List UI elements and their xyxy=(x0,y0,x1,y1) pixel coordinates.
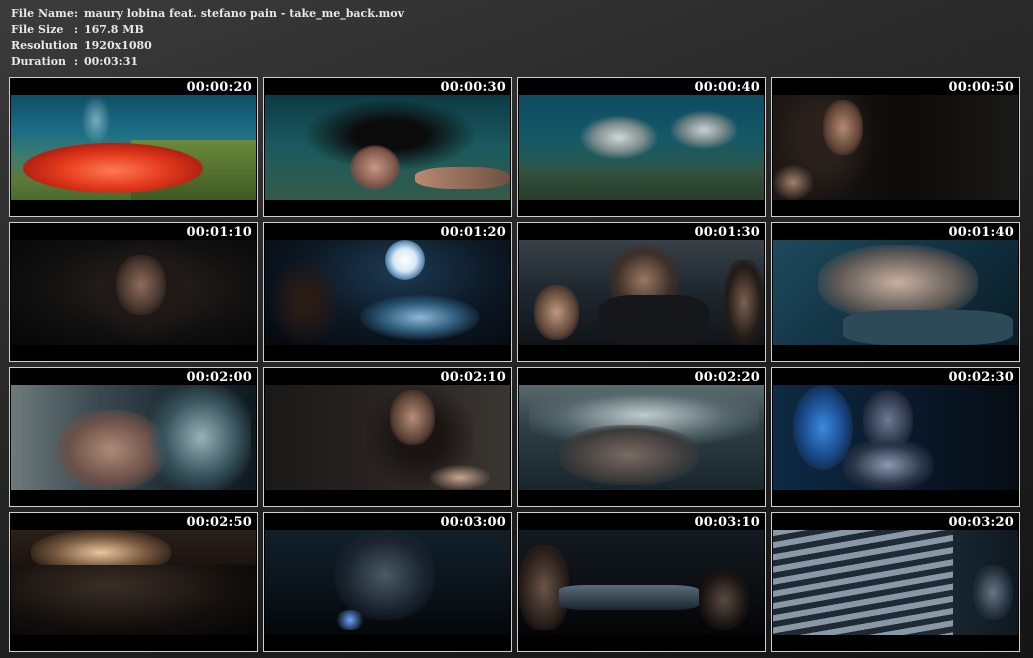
hand xyxy=(56,410,166,490)
resolution-label: Resolution xyxy=(11,39,78,52)
thumbnail[interactable]: 00:00:30 xyxy=(263,77,512,217)
body xyxy=(843,440,933,490)
video-frame xyxy=(519,240,764,345)
video-frame xyxy=(11,95,256,200)
thumbnail[interactable]: 00:01:20 xyxy=(263,222,512,362)
thumbnail[interactable]: 00:01:40 xyxy=(771,222,1020,362)
timestamp: 00:01:10 xyxy=(186,225,252,240)
file-name-row: File Name : maury lobina feat. stefano p… xyxy=(11,6,404,22)
video-frame xyxy=(11,385,256,490)
water-sparkles xyxy=(360,295,480,340)
person xyxy=(973,565,1013,620)
resolution-separator: : xyxy=(74,39,79,52)
video-frame xyxy=(265,240,510,345)
thumbnail[interactable]: 00:02:50 xyxy=(9,512,258,652)
rocks xyxy=(519,165,764,200)
thumbnail[interactable]: 00:02:00 xyxy=(9,367,258,507)
file-name-label: File Name xyxy=(11,7,74,20)
timestamp: 00:00:20 xyxy=(186,80,252,95)
thumbnail[interactable]: 00:00:50 xyxy=(771,77,1020,217)
swimmer xyxy=(579,115,659,160)
file-info-panel: File Name : maury lobina feat. stefano p… xyxy=(11,6,404,70)
hand xyxy=(559,425,699,485)
thumbnail[interactable]: 00:02:30 xyxy=(771,367,1020,507)
thumbnail[interactable]: 00:00:20 xyxy=(9,77,258,217)
silhouette xyxy=(270,260,340,345)
timestamp: 00:00:50 xyxy=(948,80,1014,95)
timestamp: 00:02:10 xyxy=(440,370,506,385)
person xyxy=(724,260,764,345)
resolution-row: Resolution : 1920x1080 xyxy=(11,38,404,54)
crowd xyxy=(11,565,256,635)
duration-row: Duration : 00:03:31 xyxy=(11,54,404,70)
timestamp: 00:00:30 xyxy=(440,80,506,95)
video-frame xyxy=(265,95,510,200)
shirt xyxy=(843,310,1013,345)
thumbnail[interactable]: 00:02:10 xyxy=(263,367,512,507)
thumbnail[interactable]: 00:00:40 xyxy=(517,77,766,217)
body xyxy=(599,295,709,345)
duration-separator: : xyxy=(74,55,79,68)
water-drops xyxy=(151,385,251,490)
thumbnail[interactable]: 00:03:20 xyxy=(771,512,1020,652)
timestamp: 00:02:20 xyxy=(694,370,760,385)
timestamp: 00:02:00 xyxy=(186,370,252,385)
thumbnail[interactable]: 00:02:20 xyxy=(517,367,766,507)
file-size-separator: : xyxy=(74,23,79,36)
timestamp: 00:03:00 xyxy=(440,515,506,530)
light-ray xyxy=(81,95,111,145)
face xyxy=(390,390,435,445)
thumbnail[interactable]: 00:03:00 xyxy=(263,512,512,652)
file-name-separator: : xyxy=(74,7,79,20)
thumbnail[interactable]: 00:03:10 xyxy=(517,512,766,652)
video-frame xyxy=(773,385,1018,490)
red-flower xyxy=(23,143,203,193)
thumbnail[interactable]: 00:01:10 xyxy=(9,222,258,362)
resolution-value: 1920x1080 xyxy=(84,39,152,52)
video-frame xyxy=(519,95,764,200)
video-frame xyxy=(773,530,1018,635)
hands xyxy=(818,245,978,320)
duration-label: Duration xyxy=(11,55,67,68)
video-frame xyxy=(519,385,764,490)
timestamp: 00:03:20 xyxy=(948,515,1014,530)
face xyxy=(350,145,400,190)
timestamp: 00:01:20 xyxy=(440,225,506,240)
duration-value: 00:03:31 xyxy=(84,55,139,68)
video-frame xyxy=(773,240,1018,345)
dj xyxy=(335,530,435,620)
timestamp: 00:01:30 xyxy=(694,225,760,240)
video-frame xyxy=(11,530,256,635)
file-size-label: File Size xyxy=(11,23,64,36)
striped-shirt xyxy=(773,530,953,635)
thumbnail[interactable]: 00:01:30 xyxy=(517,222,766,362)
timestamp: 00:00:40 xyxy=(694,80,760,95)
blue-light xyxy=(335,610,365,630)
dj-cap xyxy=(699,570,749,630)
dj-mixer xyxy=(559,585,699,610)
arm xyxy=(415,167,510,189)
timestamp: 00:02:30 xyxy=(948,370,1014,385)
timestamp: 00:01:40 xyxy=(948,225,1014,240)
swimmer xyxy=(669,110,739,150)
file-name-value: maury lobina feat. stefano pain - take_m… xyxy=(84,7,405,20)
thumbnail-grid: 00:00:20 00:00:30 00:00:40 00:00:50 00:0… xyxy=(9,77,1020,652)
hand xyxy=(430,465,490,490)
video-frame xyxy=(11,240,256,345)
face xyxy=(534,285,579,340)
video-frame xyxy=(265,530,510,635)
video-frame xyxy=(519,530,764,635)
shoulder xyxy=(773,165,813,200)
file-size-value: 167.8 MB xyxy=(84,23,144,36)
video-frame xyxy=(265,385,510,490)
video-frame xyxy=(773,95,1018,200)
timestamp: 00:03:10 xyxy=(694,515,760,530)
face xyxy=(823,100,863,155)
face xyxy=(116,255,166,315)
timestamp: 00:02:50 xyxy=(186,515,252,530)
light-orb xyxy=(385,240,425,280)
file-size-row: File Size : 167.8 MB xyxy=(11,22,404,38)
